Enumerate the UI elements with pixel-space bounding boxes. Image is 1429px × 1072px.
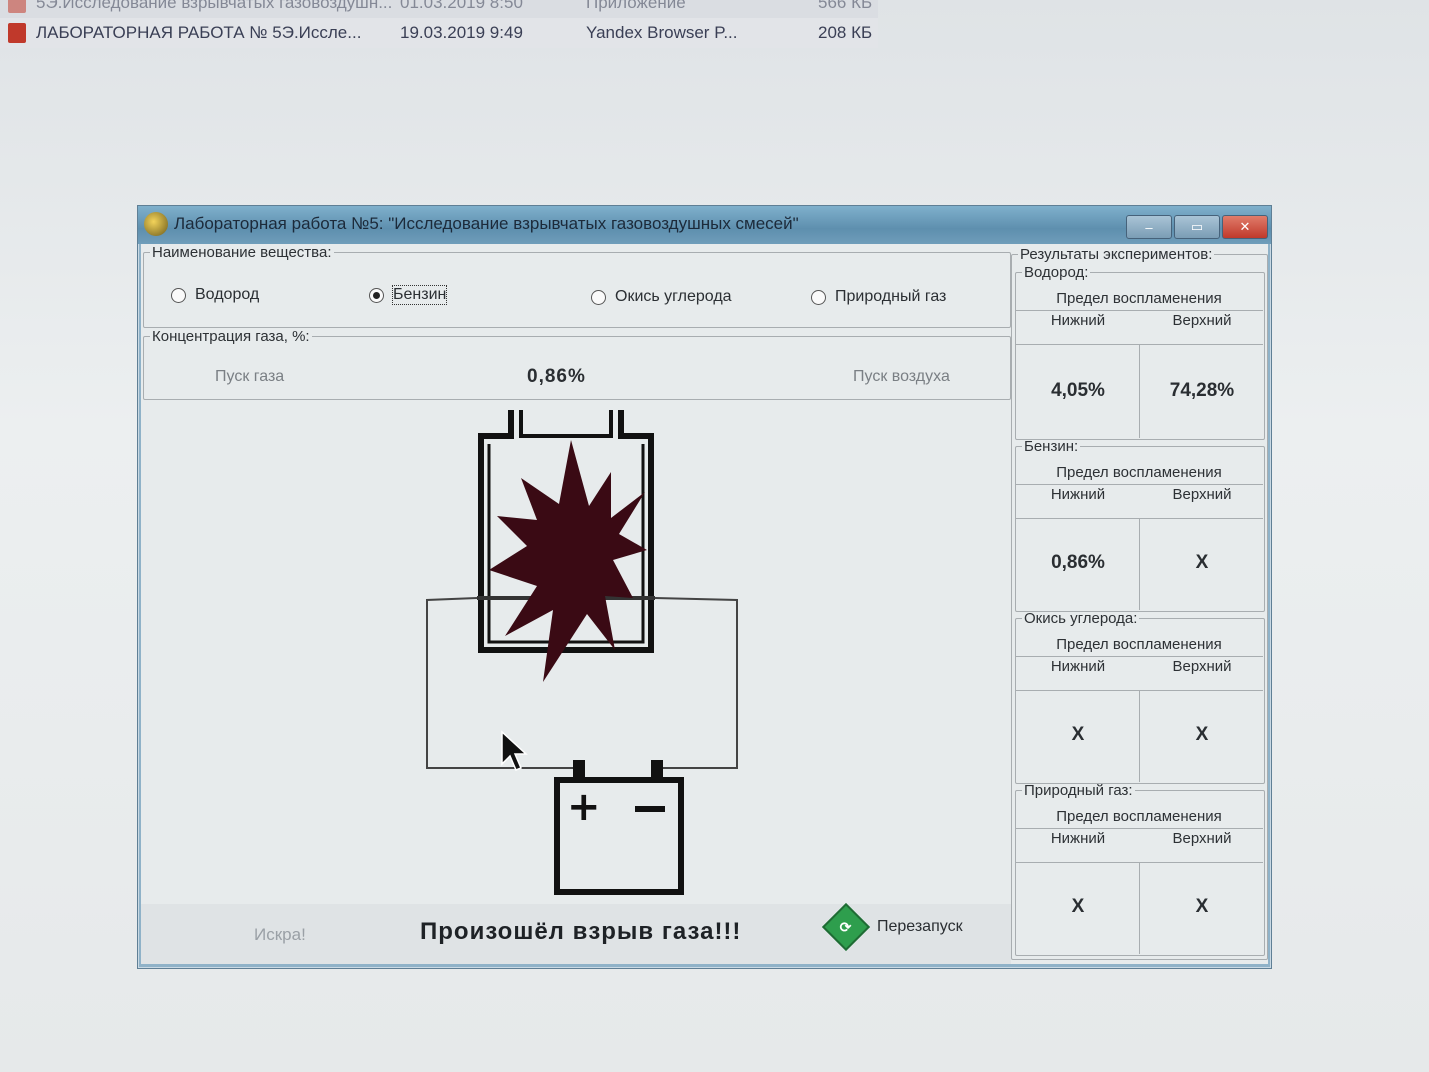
lower-limit-value: 4,05% (1051, 380, 1105, 401)
upper-label: Верхний (1172, 830, 1232, 847)
explosion-message: Произошёл взрыв газа!!! (420, 918, 742, 945)
spark-button[interactable]: Искра! (254, 925, 306, 945)
file-size: 566 КБ (818, 0, 873, 12)
radio-carbon-monoxide[interactable]: Окись углерода (591, 288, 732, 306)
lower-limit-value: X (1071, 724, 1085, 745)
close-button[interactable]: ✕ (1222, 215, 1268, 239)
pdf-file-icon (8, 23, 26, 43)
restart-button[interactable]: ⟳ Перезапуск (821, 902, 963, 952)
file-row[interactable]: ЛАБОРАТОРНАЯ РАБОТА № 5Э.Иссле... 19.03.… (0, 18, 878, 48)
upper-label: Верхний (1172, 486, 1232, 503)
restart-icon: ⟳ (821, 902, 871, 952)
apparatus-scene: + (426, 410, 738, 895)
upper-limit-value: X (1195, 552, 1209, 573)
radio-gasoline[interactable]: Бензин (369, 285, 448, 305)
results-panel: Результаты экспериментов: Водород: Преде… (1011, 244, 1268, 964)
lab-window: Лабораторная работа №5: "Исследование вз… (137, 205, 1272, 969)
radio-hydrogen[interactable]: Водород (171, 286, 259, 304)
file-row[interactable]: 5Э.Исследование взрывчатых газовоздушн..… (0, 0, 878, 18)
radio-button-icon (591, 289, 606, 305)
lower-limit-value: X (1071, 896, 1085, 917)
file-date: 01.03.2019 8:50 (400, 0, 523, 12)
lower-label: Нижний (1050, 312, 1106, 329)
file-icon (8, 0, 26, 13)
ignition-limit-label: Предел воспламенения (1056, 808, 1222, 825)
window-title: Лабораторная работа №5: "Исследование вз… (174, 214, 799, 233)
results-legend: Результаты экспериментов: (1020, 246, 1213, 263)
upper-limit-value: X (1195, 896, 1209, 917)
maximize-button[interactable]: ▭ (1174, 215, 1220, 239)
status-bar: Искра! Произошёл взрыв газа!!! ⟳ Перезап… (141, 902, 1011, 964)
upper-limit-value: 74,28% (1169, 380, 1235, 401)
radio-natural-gas[interactable]: Природный газ (811, 288, 946, 306)
ignition-limit-label: Предел воспламенения (1056, 290, 1222, 307)
battery-icon: + (554, 760, 684, 895)
concentration-legend: Концентрация газа, %: (152, 328, 310, 345)
file-name: ЛАБОРАТОРНАЯ РАБОТА № 5Э.Иссле... (36, 23, 362, 42)
radio-label: Природный газ (835, 288, 947, 305)
substance-group: Наименование вещества: (143, 244, 1011, 328)
app-icon (144, 212, 168, 236)
file-date: 19.03.2019 9:49 (400, 23, 523, 42)
radio-label: Бензин (391, 285, 448, 305)
circuit-wire-right (654, 597, 738, 769)
upper-label: Верхний (1172, 658, 1232, 675)
title-bar[interactable]: Лабораторная работа №5: "Исследование вз… (138, 206, 1271, 244)
lower-limit-value: 0,86% (1051, 552, 1105, 573)
radio-button-icon (369, 287, 384, 303)
file-type: Приложение (586, 0, 686, 12)
explosion-icon (489, 440, 647, 682)
lower-label: Нижний (1050, 486, 1106, 503)
upper-limit-value: X (1195, 724, 1209, 745)
substance-legend: Наименование вещества: (152, 244, 332, 261)
radio-button-icon (811, 289, 826, 305)
restart-label: Перезапуск (877, 918, 963, 935)
air-start-button[interactable]: Пуск воздуха (853, 368, 950, 386)
ignition-limit-label: Предел воспламенения (1056, 464, 1222, 481)
radio-label: Окись углерода (615, 288, 732, 305)
file-type: Yandex Browser P... (586, 23, 738, 42)
radio-button-icon (171, 287, 186, 303)
file-size: 208 КБ (818, 23, 873, 42)
svg-text:+: + (567, 784, 601, 830)
radio-label: Водород (195, 286, 260, 303)
gas-start-button[interactable]: Пуск газа (215, 368, 284, 386)
concentration-group: Концентрация газа, %: (143, 328, 1011, 400)
minimize-button[interactable]: – (1126, 215, 1172, 239)
mouse-cursor-icon (501, 730, 528, 771)
ignition-limit-label: Предел воспламенения (1056, 636, 1222, 653)
upper-label: Верхний (1172, 312, 1232, 329)
lower-label: Нижний (1050, 658, 1106, 675)
window-client: Наименование вещества: Водород Бензин Ок… (141, 244, 1268, 964)
lower-label: Нижний (1050, 830, 1106, 847)
file-name: 5Э.Исследование взрывчатых газовоздушн..… (36, 0, 393, 12)
concentration-value: 0,86% (527, 366, 586, 387)
